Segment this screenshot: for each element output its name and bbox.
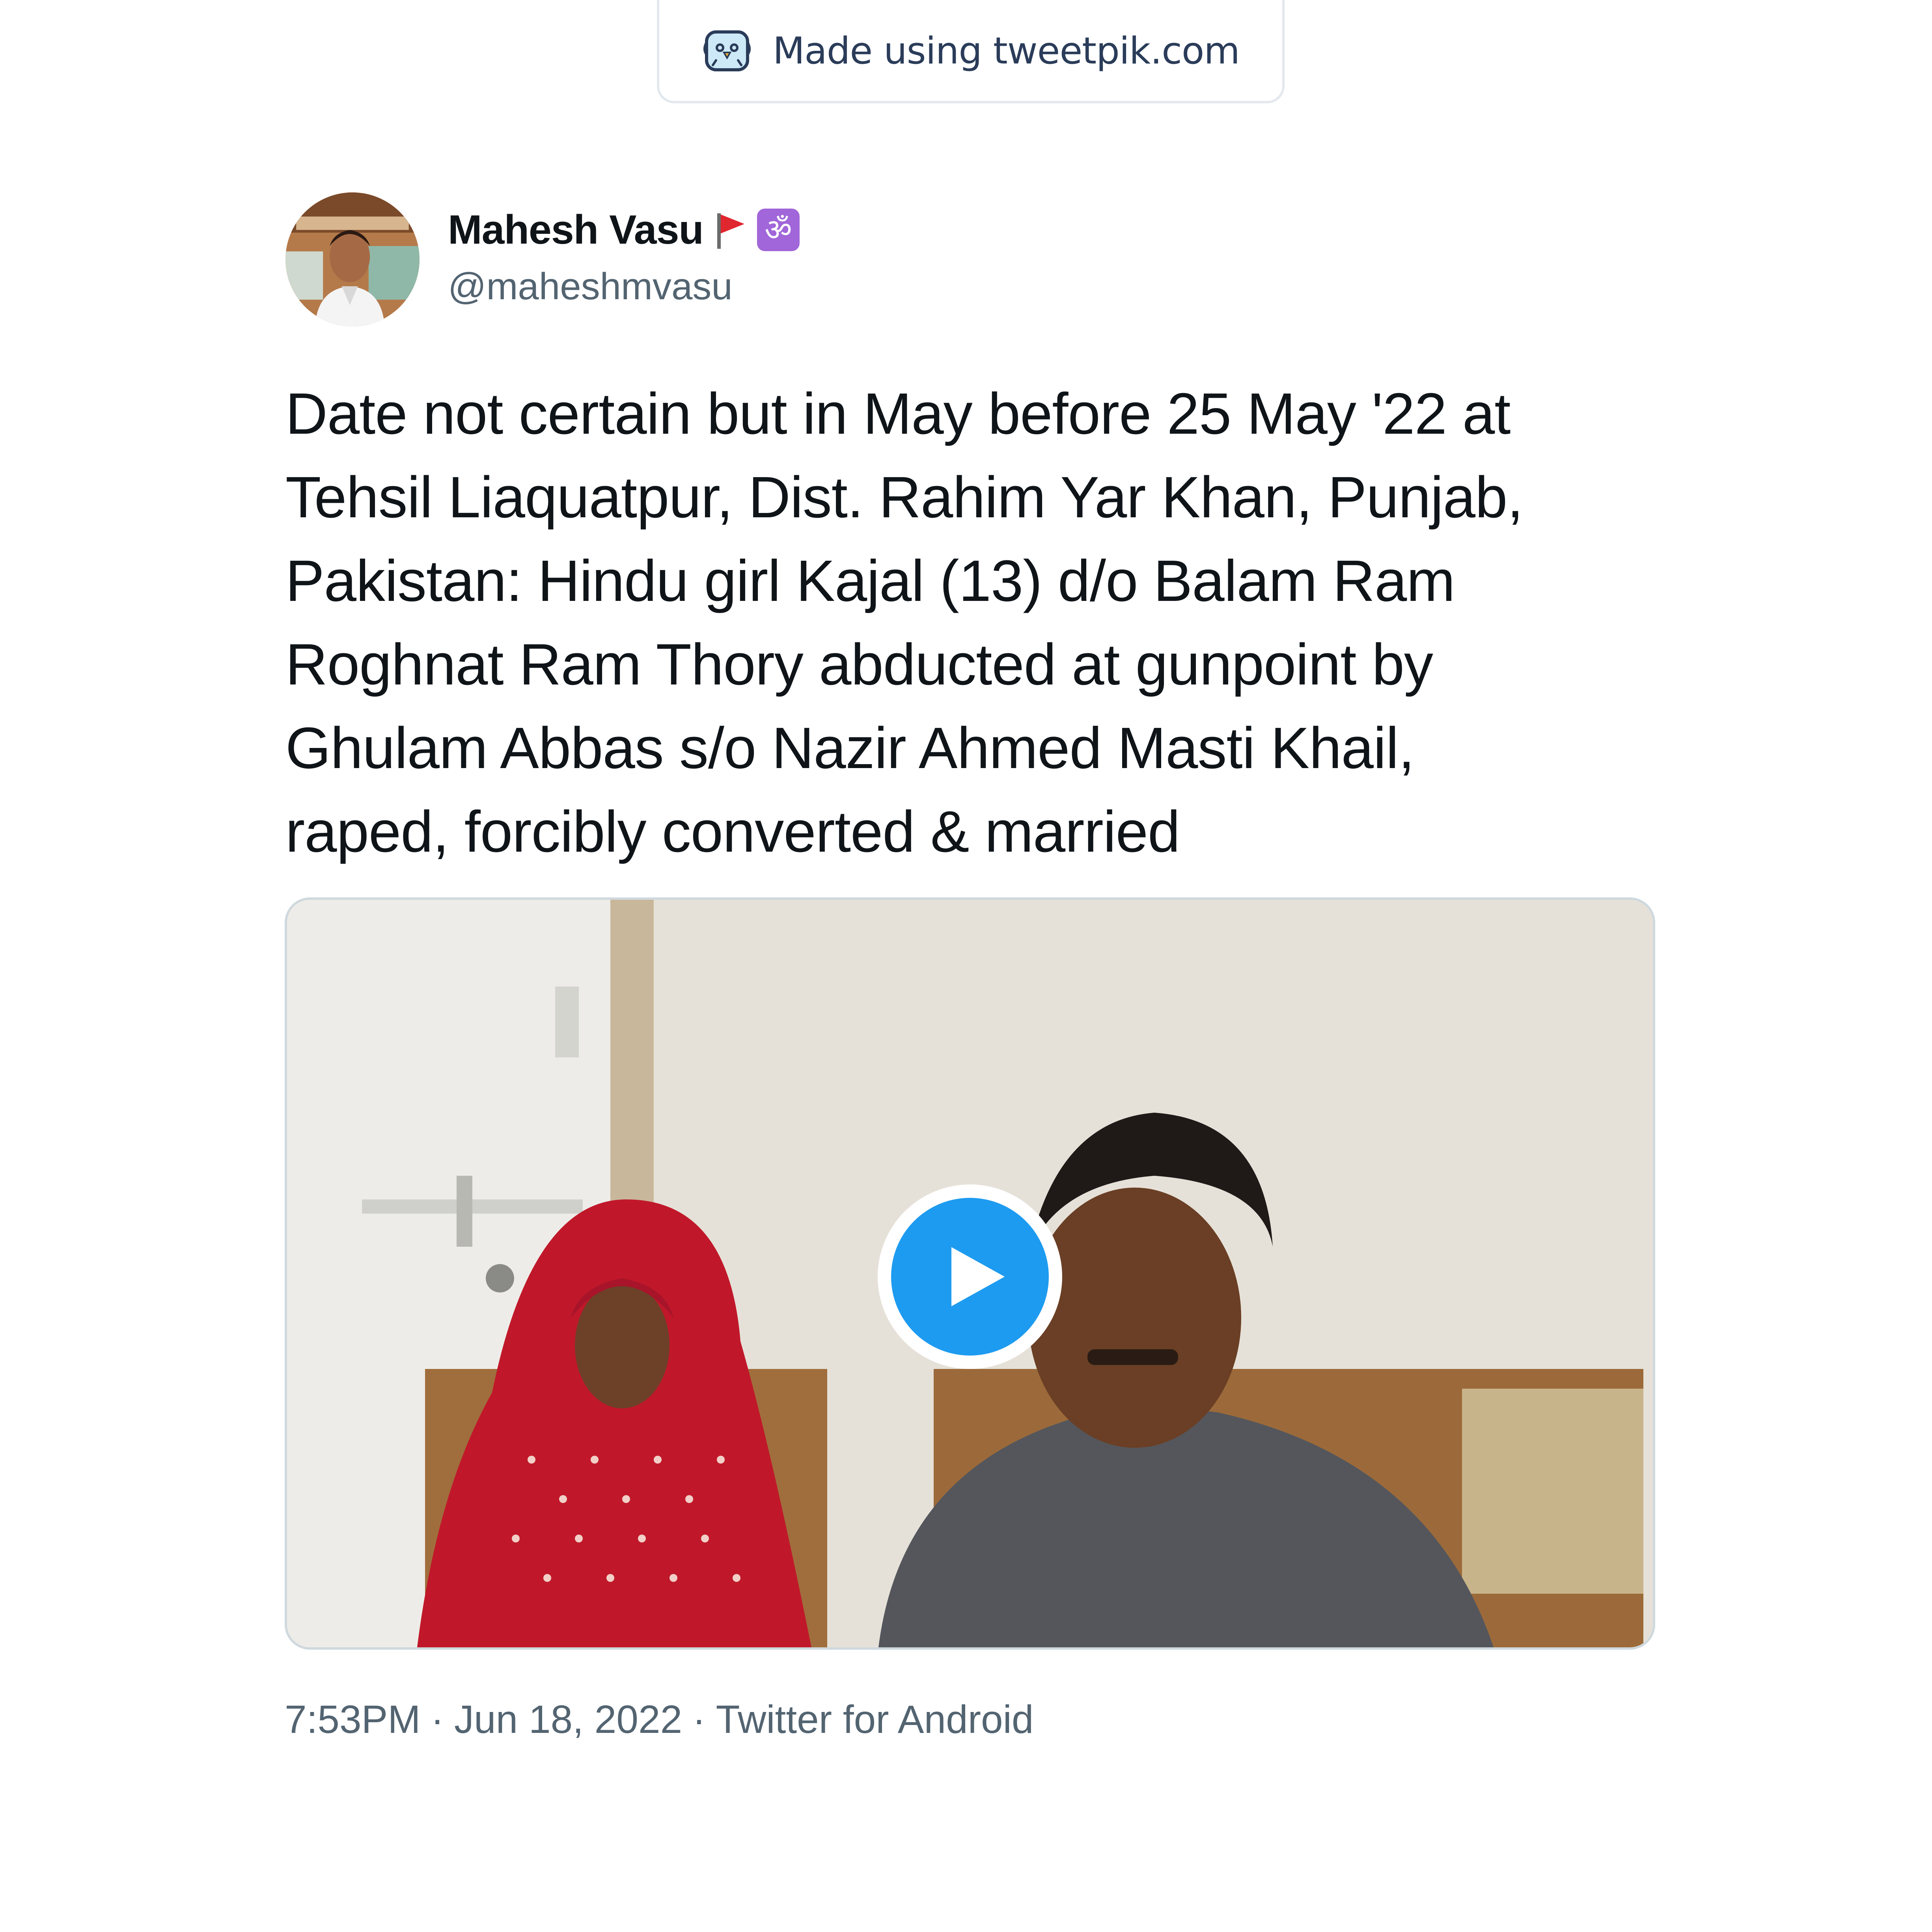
tweet-text-line: Pakistan: Hindu girl Kajal (13) d/o Bala… (285, 548, 1455, 614)
om-icon: ॐ (757, 209, 800, 251)
red-flag-icon (717, 213, 744, 249)
author-handle[interactable]: @maheshmvasu (448, 265, 733, 308)
play-icon (951, 1247, 1005, 1306)
author-display-name: Mahesh Vasu (448, 207, 704, 253)
avatar[interactable] (285, 192, 420, 326)
tweet-text-line: Date not certain but in May before 25 Ma… (285, 381, 1511, 446)
meta-separator: · (692, 1697, 706, 1742)
tweet-source: Twitter for Android (716, 1697, 1034, 1742)
tweet-text-line: Ghulam Abbas s/o Nazir Ahmed Masti Khail… (285, 716, 1415, 781)
meta-separator: · (431, 1697, 444, 1742)
tweet-time[interactable]: 7:53PM (285, 1697, 421, 1742)
author-name-row[interactable]: Mahesh Vasu ॐ (448, 204, 800, 255)
tweet-text-line: raped, forcibly converted & married (285, 799, 1180, 864)
badge-label: Made using tweetpik.com (773, 29, 1240, 73)
tweetpik-badge[interactable]: Made using tweetpik.com (657, 0, 1285, 103)
tweet-text-line: Roghnat Ram Thory abducted at gunpoint b… (285, 632, 1433, 697)
bird-face-icon (703, 30, 751, 71)
tweet-date[interactable]: Jun 18, 2022 (454, 1697, 682, 1742)
play-button-circle (891, 1198, 1049, 1356)
play-button[interactable] (878, 1184, 1062, 1369)
tweet-text: Date not certain but in May before 25 Ma… (285, 372, 1665, 874)
tweet-text-line: Tehsil Liaquatpur, Dist. Rahim Yar Khan,… (285, 465, 1524, 530)
tweet-meta: 7:53PM · Jun 18, 2022 · Twitter for Andr… (285, 1697, 1033, 1742)
